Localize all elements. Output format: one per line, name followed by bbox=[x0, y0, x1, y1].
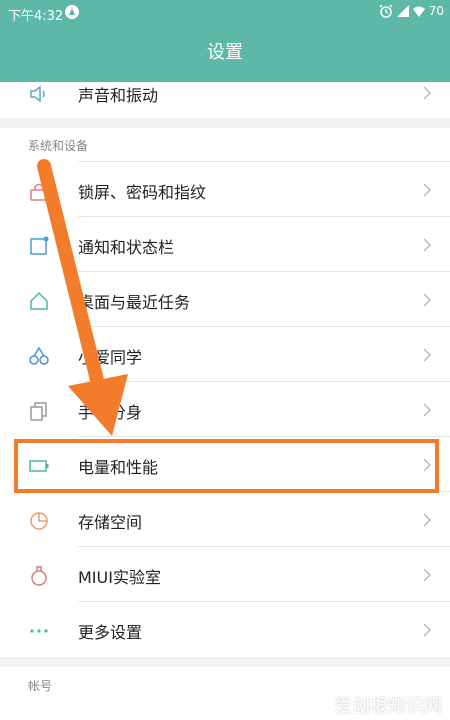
more-icon bbox=[30, 629, 48, 633]
speaker-icon bbox=[30, 85, 45, 103]
chevron-right-icon bbox=[423, 86, 432, 100]
second-space-icon bbox=[30, 402, 47, 421]
battery-icon bbox=[29, 460, 49, 472]
chevron-right-icon bbox=[423, 403, 432, 417]
lab-icon bbox=[31, 566, 47, 586]
settings-item-storage[interactable]: 存储空间 bbox=[0, 492, 450, 547]
settings-item-sound[interactable]: 声音和振动 bbox=[0, 65, 450, 120]
settings-item-notifications[interactable]: 通知和状态栏 bbox=[0, 217, 450, 272]
chevron-right-icon bbox=[423, 568, 432, 582]
ai-assistant-icon bbox=[29, 346, 49, 365]
settings-item-home-screen[interactable]: 桌面与最近任务 bbox=[0, 272, 450, 327]
settings-item-lockscreen[interactable]: 锁屏、密码和指纹 bbox=[0, 162, 450, 217]
section-title: 帐号 bbox=[28, 679, 53, 693]
chevron-right-icon bbox=[423, 183, 432, 197]
status-icons: 70 bbox=[379, 4, 444, 18]
chevron-right-icon bbox=[423, 238, 432, 252]
status-bar: 下午4:32 70 bbox=[0, 0, 450, 26]
battery-percent: 70 bbox=[428, 4, 444, 18]
signal-icon bbox=[396, 5, 409, 17]
section-title: 系统和设备 bbox=[28, 139, 89, 153]
chevron-right-icon bbox=[423, 623, 432, 637]
settings-item-label: 桌面与最近任务 bbox=[78, 293, 191, 312]
settings-item-miui-lab[interactable]: MIUI实验室 bbox=[0, 547, 450, 602]
watermark: 爱创根知识网 bbox=[334, 696, 442, 717]
alarm-icon bbox=[379, 4, 393, 18]
home-icon bbox=[30, 291, 48, 310]
notification-icon bbox=[30, 236, 49, 255]
settings-item-label: 声音和振动 bbox=[78, 86, 159, 105]
settings-item-label: 存储空间 bbox=[78, 513, 143, 532]
settings-item-label: 小爱同学 bbox=[78, 348, 143, 367]
chevron-right-icon bbox=[423, 458, 432, 472]
settings-item-label: 锁屏、密码和指纹 bbox=[78, 183, 207, 202]
storage-icon bbox=[30, 512, 48, 530]
settings-item-label: MIUI实验室 bbox=[78, 568, 161, 587]
settings-item-xiaoai[interactable]: 小爱同学 bbox=[0, 327, 450, 382]
settings-item-second-space[interactable]: 手机分身 bbox=[0, 382, 450, 437]
lock-icon bbox=[30, 183, 48, 201]
settings-item-label: 手机分身 bbox=[78, 403, 143, 422]
system-devices-section: 系统和设备 锁屏、密码和指纹 通知和状态栏 桌面与最近任务 小爱同学 手机分身 … bbox=[0, 128, 450, 657]
chevron-right-icon bbox=[423, 348, 432, 362]
sound-panel: 声音和振动 bbox=[0, 82, 450, 118]
settings-item-label: 通知和状态栏 bbox=[78, 238, 175, 257]
status-time: 下午4:32 bbox=[8, 9, 64, 24]
wifi-icon bbox=[412, 6, 425, 17]
settings-item-battery[interactable]: 电量和性能 bbox=[0, 437, 450, 492]
settings-item-more[interactable]: 更多设置 bbox=[0, 602, 450, 657]
settings-item-label: 更多设置 bbox=[78, 623, 143, 642]
chevron-right-icon bbox=[423, 513, 432, 527]
chevron-right-icon bbox=[423, 293, 432, 307]
app-notification-icon bbox=[65, 5, 79, 19]
settings-item-label: 电量和性能 bbox=[78, 458, 159, 477]
